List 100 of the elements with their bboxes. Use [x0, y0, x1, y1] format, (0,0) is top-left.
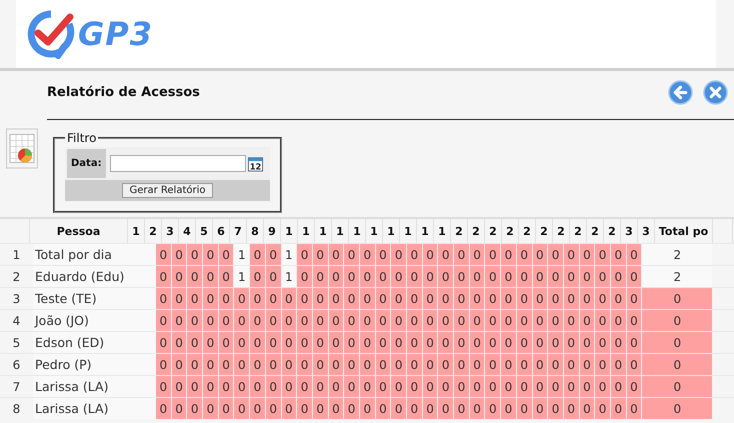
table-cell: 0 [422, 288, 438, 309]
table-cell: 0 [438, 244, 454, 265]
table-cell: 0 [438, 310, 454, 331]
row-number: 8 [12, 400, 22, 418]
table-cell: 0 [642, 354, 712, 375]
table-cell: 0 [564, 332, 580, 353]
table-cell: 0 [391, 310, 407, 331]
table-cell: 0 [516, 332, 532, 353]
column-header: 1 [417, 219, 434, 243]
table-cell: 0 [172, 332, 188, 353]
table-cell: 0 [376, 310, 392, 331]
generate-report-button[interactable]: Gerar Relatório [122, 183, 213, 198]
table-cell: 0 [626, 376, 642, 397]
table-cell: 0 [438, 398, 454, 419]
column-header: 1 [298, 219, 315, 243]
table-cell: 0 [595, 288, 611, 309]
table-cell: 0 [297, 332, 313, 353]
table-cell: 0 [501, 310, 517, 331]
column-header: 1 [315, 219, 332, 243]
table-cell: 0 [454, 354, 470, 375]
table-cell: 0 [485, 354, 502, 375]
table-cell: 0 [203, 332, 219, 353]
table-cell: 0 [438, 354, 454, 375]
table-cell: 0 [376, 332, 392, 353]
table-cell: 1 [282, 266, 298, 287]
table-cell: Eduardo (Edu) [33, 266, 156, 287]
table-cell: 0 [501, 354, 517, 375]
table-cell: 0 [312, 266, 329, 287]
table-cell: 0 [485, 244, 502, 265]
table-cell: 0 [454, 266, 470, 287]
table-cell: 0 [422, 310, 438, 331]
table-cell: 0 [470, 288, 486, 309]
table-cell: 0 [250, 376, 266, 397]
table-cell: 0 [595, 398, 611, 419]
date-field[interactable] [110, 155, 246, 172]
table-cell: 0 [470, 376, 486, 397]
close-icon[interactable] [703, 80, 728, 104]
table-cell: 0 [266, 332, 282, 353]
table-cell: 0 [391, 332, 407, 353]
table-cell: 0 [297, 354, 313, 375]
table-cell: 0 [234, 354, 250, 375]
row-number: 2 [12, 268, 22, 286]
table-cell: 0 [218, 398, 234, 419]
table-cell: 0 [595, 332, 611, 353]
row-number: 6 [12, 356, 22, 374]
column-header: 1 [349, 219, 366, 243]
table-cell: 0 [564, 376, 580, 397]
table-cell: 0 [297, 310, 313, 331]
table-cell: 0 [470, 332, 486, 353]
table-cell: 0 [328, 398, 344, 419]
row-number: 3 [12, 290, 22, 308]
table-cell: 0 [580, 288, 596, 309]
table-cell: 0 [156, 310, 172, 331]
filter-legend: Filtro [65, 131, 98, 145]
column-header: 2 [570, 219, 587, 243]
table-cell: 0 [485, 398, 502, 419]
table-cell: 0 [516, 244, 532, 265]
table-cell: 0 [595, 354, 611, 375]
table-cell: 0 [360, 310, 376, 331]
logo-text: GP3 [78, 15, 153, 53]
table-cell: 0 [516, 376, 532, 397]
table-cell: 0 [516, 310, 532, 331]
table-cell: 0 [312, 332, 329, 353]
table-cell: 0 [203, 244, 219, 265]
table-cell: 0 [548, 398, 564, 419]
table-cell: 0 [203, 354, 219, 375]
table-cell: 0 [376, 244, 392, 265]
table-cell: 0 [422, 266, 438, 287]
table-cell: 0 [595, 376, 611, 397]
table-cell: 0 [250, 398, 266, 419]
table-cell: 0 [532, 376, 548, 397]
calendar-icon[interactable]: 12 [248, 156, 263, 172]
table-cell: 2 [642, 266, 712, 287]
column-header: 2 [519, 219, 536, 243]
table-cell: 0 [344, 310, 360, 331]
table-cell: 0 [282, 288, 298, 309]
table-cell: 0 [344, 266, 360, 287]
table-cell: 0 [360, 354, 376, 375]
table-cell: 0 [516, 354, 532, 375]
table-cell: 0 [218, 354, 234, 375]
column-header: 6 [213, 219, 230, 243]
table-cell: 0 [156, 398, 172, 419]
table-cell: 0 [156, 354, 172, 375]
table-cell: 0 [501, 376, 517, 397]
table-cell: 0 [485, 266, 502, 287]
table-cell: 0 [312, 398, 329, 419]
table-cell: 0 [564, 266, 580, 287]
table-cell: 0 [187, 398, 204, 419]
table-cell: 0 [360, 244, 376, 265]
table-cell: 0 [266, 266, 282, 287]
table-cell: 0 [610, 244, 627, 265]
table-cell: 0 [282, 376, 298, 397]
table-cell: 0 [172, 310, 188, 331]
table-cell: 0 [454, 332, 470, 353]
table-cell: 0 [532, 244, 548, 265]
table-cell: 0 [218, 376, 234, 397]
table-cell: João (JO) [33, 310, 156, 331]
table-cell: 0 [156, 266, 172, 287]
table-cell: 0 [626, 310, 642, 331]
table-cell: 0 [250, 354, 266, 375]
